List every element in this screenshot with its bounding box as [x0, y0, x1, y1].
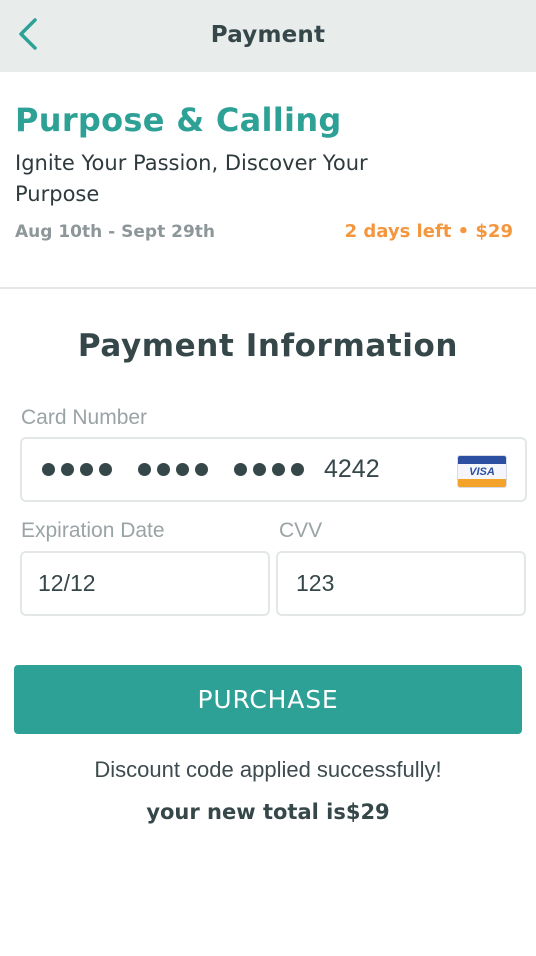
- course-subtitle: Ignite Your Passion, Discover Your Purpo…: [15, 151, 368, 206]
- expiration-date-label: Expiration Date: [21, 519, 165, 542]
- course-dates: Aug 10th - Sept 29th: [15, 222, 215, 242]
- card-brand-label: VISA: [469, 466, 495, 478]
- expiration-date-value: 12/12: [38, 570, 96, 596]
- visa-card-icon: VISA: [457, 455, 507, 488]
- course-time-price: 2 days left • $29: [344, 221, 513, 242]
- cvv-value: 123: [296, 570, 335, 596]
- masked-digits: [138, 463, 214, 476]
- card-number-field[interactable]: 4242 VISA: [20, 437, 527, 502]
- masked-digits: [42, 463, 118, 476]
- expiration-date-field[interactable]: 12/12: [20, 551, 270, 616]
- new-total-text: your new total is$29: [146, 800, 390, 824]
- purchase-button[interactable]: PURCHASE: [14, 665, 522, 734]
- card-number-label: Card Number: [21, 406, 148, 429]
- discount-success-message: Discount code applied successfully!: [94, 757, 442, 782]
- section-divider: [0, 287, 536, 289]
- page-title: Payment: [210, 22, 326, 48]
- cvv-label: CVV: [279, 519, 323, 542]
- payment-section-title: Payment Information: [77, 328, 459, 364]
- course-title: Purpose & Calling: [15, 101, 342, 139]
- top-bar: Payment: [0, 0, 536, 72]
- cvv-field[interactable]: 123: [276, 551, 526, 616]
- card-last4: 4242: [324, 455, 380, 483]
- masked-digits: [234, 463, 310, 476]
